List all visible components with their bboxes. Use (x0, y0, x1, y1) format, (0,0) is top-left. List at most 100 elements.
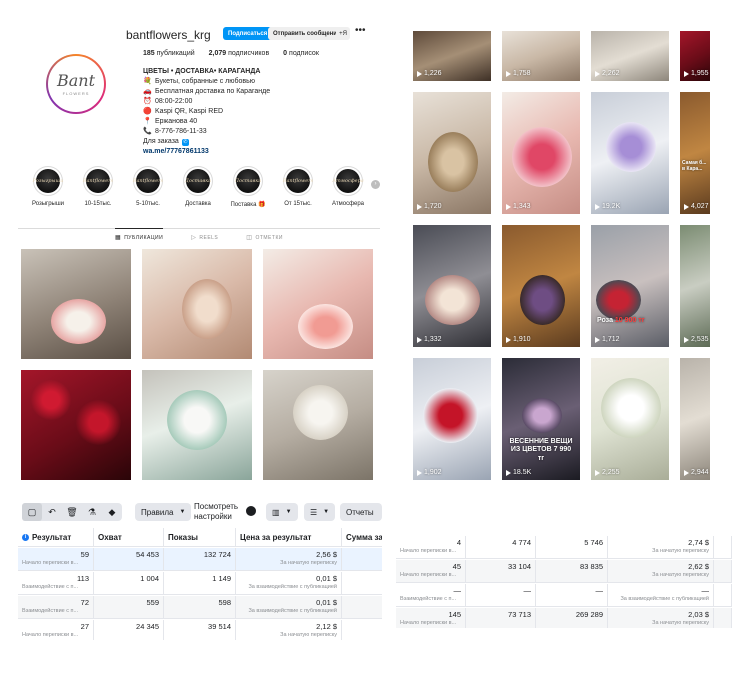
reel-thumbnail[interactable]: Самая б... в Кара... 4,027 (680, 92, 710, 214)
highlight-cover: Атмосфера (332, 169, 364, 193)
highlight-item[interactable]: Bantflowers 5-10тыс. (128, 166, 168, 207)
rules-dropdown[interactable]: Правила ▼ (135, 503, 192, 521)
caret-down-icon: ▼ (323, 509, 330, 515)
following-stat[interactable]: 0 подписок (283, 50, 319, 57)
reel-thumbnail[interactable]: 2,255 (591, 358, 669, 480)
reels-icon: ▷ (191, 235, 197, 241)
reel-thumbnail[interactable]: 1,226 (413, 31, 491, 81)
undo-icon[interactable]: ↶ (42, 503, 62, 521)
followers-stat[interactable]: 2,079 подписчиков (209, 50, 270, 57)
highlight-cover: Поставка (235, 169, 261, 193)
reel-views: 1,332 (424, 336, 442, 343)
reports-dropdown[interactable]: Отчеты (340, 503, 382, 521)
column-header-cost[interactable]: Цена за результат (236, 528, 342, 546)
column-header-reach[interactable]: Охват (94, 528, 164, 546)
highlight-item[interactable]: Bantflowers От 15тыс. (278, 166, 318, 207)
reel-thumbnail[interactable]: 2,944 (680, 358, 710, 480)
tab-reels[interactable]: ▷ REELS (191, 230, 218, 242)
reel-thumbnail[interactable]: 1,910 (502, 225, 580, 347)
reel-views: 1,712 (602, 336, 620, 343)
bio-line: 🔴 Kaspi QR, Kaspi RED (143, 108, 224, 115)
reel-views: 1,343 (513, 203, 531, 210)
table-row[interactable]: 145 Начало переписки в... 73 713 269 289 … (396, 608, 732, 628)
column-header-spend[interactable]: Сумма за (342, 528, 382, 546)
reel-thumbnail[interactable]: 1,343 (502, 92, 580, 214)
message-button[interactable]: Отправить сообщение (268, 27, 346, 40)
reel-thumbnail[interactable]: 1,758 (502, 31, 580, 81)
caret-down-icon: ▼ (179, 509, 186, 515)
reel-thumbnail[interactable]: 1,332 (413, 225, 491, 347)
reel-thumbnail[interactable]: 2,535 (680, 225, 710, 347)
post-thumbnail[interactable] (142, 249, 252, 359)
tag-icon[interactable]: ◆ (102, 503, 122, 521)
logo-word: Bant (56, 70, 96, 90)
table-row[interactable]: — Взаимодействие с п... — — — За взаимодей… (396, 584, 732, 607)
bio-line: ⏰ 08:00-22:00 (143, 98, 193, 105)
bio-line: Для заказа ✆ (143, 138, 189, 146)
columns-icon: ▥ (272, 507, 280, 517)
story-highlights: Розыгрыши Розыгрыши Bantflowers 10-15тыс. … (28, 166, 380, 216)
reel-thumbnail[interactable]: 1,902 (413, 358, 491, 480)
caret-down-icon: ▼ (285, 509, 292, 515)
tab-posts[interactable]: ▦ ПУБЛИКАЦИИ (115, 228, 164, 241)
play-icon (506, 469, 511, 476)
post-thumbnail[interactable] (21, 249, 131, 359)
bio-link[interactable]: wa.me/77767861133 (143, 147, 373, 157)
toggle-dot-icon[interactable] (246, 506, 256, 516)
post-thumbnail[interactable] (21, 370, 131, 480)
copy-icon[interactable]: ▢ (22, 503, 42, 521)
view-settings-link[interactable]: Посмотреть настройки (194, 502, 240, 522)
reel-thumbnail[interactable]: 2,262 (591, 31, 669, 81)
table-row[interactable]: 45 Начало переписки в... 33 104 83 835 2,… (396, 560, 732, 583)
highlight-item[interactable]: Доставка Доставка (178, 166, 218, 207)
chevron-right-icon[interactable]: › (371, 180, 380, 189)
logo-sub: FLOWERS (62, 90, 90, 96)
car-icon: 🚗 (143, 88, 152, 95)
play-icon (684, 203, 689, 210)
highlight-item[interactable]: Bantflowers 10-15тыс. (78, 166, 118, 207)
reel-views: 1,226 (424, 70, 442, 77)
column-header-impressions[interactable]: Показы (164, 528, 236, 546)
table-row[interactable]: 72 Взаимодействие с п... 559 598 0,01 $ За… (18, 596, 382, 619)
tab-tagged[interactable]: ◫ ОТМЕТКИ (246, 230, 283, 242)
column-header-result[interactable]: i Результат (18, 528, 94, 546)
reel-thumbnail[interactable]: ВЕСЕННИЕ ВЕЩИ ИЗ ЦВЕТОВ 7 990 тг 18.5K (502, 358, 580, 480)
highlight-label: 10-15тыс. (84, 201, 112, 207)
post-thumbnail[interactable] (142, 370, 252, 480)
reel-thumbnail[interactable]: 1,720 (413, 92, 491, 214)
suggest-user-button[interactable]: +Я (336, 27, 350, 40)
more-options-icon[interactable]: ••• (355, 25, 366, 36)
toolbar-actions: ▢ ↶ 🗑 ⚗ ◆ (22, 503, 122, 521)
columns-dropdown[interactable]: ▥ ▼ (266, 503, 298, 521)
highlight-cover: Розыгрыши (33, 169, 63, 193)
reel-caption: ВЕСЕННИЕ ВЕЩИ ИЗ ЦВЕТОВ 7 990 тг (509, 438, 573, 462)
clock-icon: ⏰ (143, 98, 152, 105)
post-thumbnail[interactable] (263, 249, 373, 359)
highlight-label: Доставка (185, 201, 211, 207)
grid-icon: ▦ (115, 235, 122, 241)
table-row[interactable]: 59 Начало переписки в... 54 453 132 724 2… (18, 548, 382, 571)
play-icon (684, 469, 689, 476)
info-icon: i (22, 533, 29, 541)
logo: Bant FLOWERS (48, 56, 104, 112)
test-icon[interactable]: ⚗ (82, 503, 102, 521)
highlight-item[interactable]: Атмосфера Атмосфера (328, 166, 368, 207)
play-icon (595, 203, 600, 210)
table-row[interactable]: 4 Начало переписки в... 4 774 5 746 2,74 … (396, 536, 732, 559)
follow-button[interactable]: Подписаться (223, 27, 273, 40)
reel-thumbnail[interactable]: 19.2K (591, 92, 669, 214)
username: bantflowers_krg (126, 28, 211, 42)
highlight-label: От 15тыс. (284, 201, 312, 207)
profile-avatar[interactable]: Bant FLOWERS (46, 54, 106, 114)
highlight-item[interactable]: Поставка Поставка 🎁 (228, 166, 268, 208)
table-row[interactable]: 113 Взаимодействие с п... 1 004 1 149 0,0… (18, 572, 382, 595)
table-row[interactable]: 27 Начало переписки в... 24 345 39 514 2,… (18, 620, 382, 640)
trash-icon[interactable]: 🗑 (62, 503, 82, 521)
breakdown-dropdown[interactable]: ☰ ▼ (304, 503, 336, 521)
post-thumbnail[interactable] (263, 370, 373, 480)
reel-views: 2,944 (691, 469, 709, 476)
reel-views: 18.5K (513, 469, 532, 476)
reel-thumbnail[interactable]: 1,955 (680, 31, 710, 81)
reel-thumbnail[interactable]: Роза 10 900 тг 1,712 (591, 225, 669, 347)
highlight-item[interactable]: Розыгрыши Розыгрыши (28, 166, 68, 207)
